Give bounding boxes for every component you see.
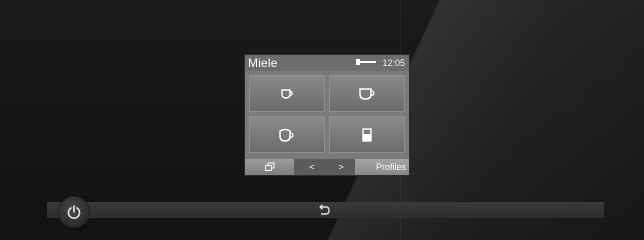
next-button[interactable]: > [328,159,354,175]
cappuccino-cup-icon [279,128,294,142]
cups-button[interactable] [245,159,294,175]
tile-coffee[interactable] [329,75,405,112]
coffee-cup-icon [359,87,375,100]
cups-icon [264,162,274,171]
espresso-cup-icon [281,88,293,99]
power-icon [67,205,81,219]
clock-time: 12:05 [382,58,405,68]
display-bottom-bar: < > Profiles [245,159,409,175]
brand-label: Miele [248,56,278,70]
status-indicator-icon [356,59,376,65]
power-button[interactable] [59,197,89,227]
display-header: Miele 12:05 [245,55,409,71]
profiles-button[interactable]: Profiles [355,159,409,175]
prev-button[interactable]: < [297,159,327,175]
back-arrow-icon[interactable] [316,202,332,218]
tile-cappuccino[interactable] [249,116,325,153]
tile-latte[interactable] [329,116,405,153]
tile-espresso[interactable] [249,75,325,112]
coffee-machine-display: Miele 12:05 < > Profiles [244,54,410,176]
latte-glass-icon [362,127,372,142]
